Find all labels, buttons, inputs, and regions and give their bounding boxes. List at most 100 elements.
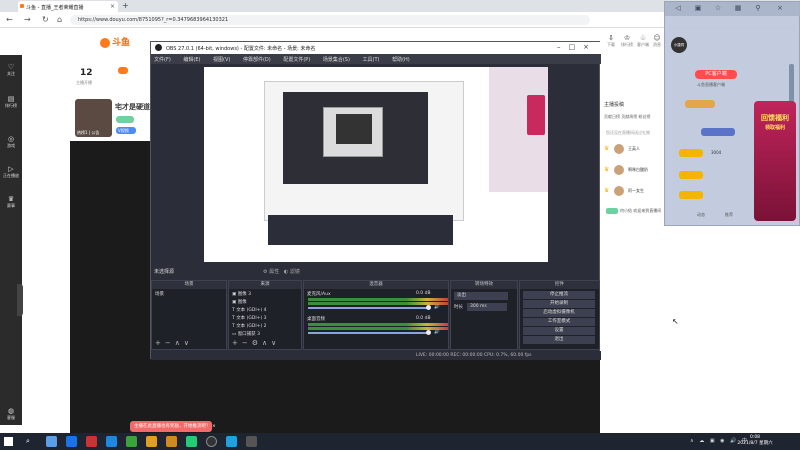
star-icon[interactable]: ☆ <box>713 4 723 14</box>
overlay-row <box>679 170 739 180</box>
obs-titlebar[interactable]: OBS 27.0.1 (64-bit, windows) - 配置文件: 未命名… <box>151 42 601 54</box>
forward-icon[interactable]: → <box>24 15 31 24</box>
overlay-row <box>679 190 739 200</box>
gift-icon[interactable]: ▣ <box>693 4 703 14</box>
obs-window[interactable]: OBS 27.0.1 (64-bit, windows) - 配置文件: 未命名… <box>150 41 601 360</box>
scenes-dock: 场景 场景 +−∧∨ <box>151 280 227 350</box>
source-item[interactable]: T 文本 (GDI+) 4 <box>232 307 266 313</box>
new-tab-button[interactable]: + <box>122 1 129 10</box>
nav-item-service[interactable]: ◍ 客服 <box>0 407 22 421</box>
app-icon[interactable] <box>126 436 137 447</box>
menu-help[interactable]: 帮助(H) <box>392 57 410 63</box>
task-view-icon[interactable] <box>46 436 57 447</box>
speaker-icon[interactable]: 🔊 <box>434 330 440 335</box>
volume-slider[interactable] <box>308 332 428 334</box>
rank-row[interactable]: ♛ 啊咪白酸奶 <box>604 164 666 178</box>
app-icon[interactable] <box>86 436 97 447</box>
overlay-pill <box>679 149 703 157</box>
back-icon[interactable]: ◁ <box>673 4 683 14</box>
source-item[interactable]: ▣ 图像 <box>232 299 247 305</box>
rank-row[interactable]: ♛ 王英人 <box>604 143 666 157</box>
settings-button[interactable]: 设置 <box>523 327 595 335</box>
scene-tools[interactable]: +−∧∨ <box>155 339 193 347</box>
obs-icon[interactable] <box>206 436 217 447</box>
browser-tab[interactable]: 斗鱼 - 直播_王者荣耀直播 × <box>18 1 118 12</box>
address-bar[interactable]: https://www.douyu.com/8751095?_r=0.34796… <box>70 15 590 25</box>
app-icon[interactable] <box>186 436 197 447</box>
avatar[interactable]: 小唐同 <box>671 37 687 53</box>
video-chip[interactable]: V视频 <box>116 127 136 134</box>
duration-input[interactable]: 300 ms <box>467 303 507 311</box>
volume-slider[interactable] <box>308 307 428 309</box>
window-controls[interactable]: –□× <box>557 43 597 51</box>
properties-button[interactable]: ⚙ 属性 <box>263 269 279 275</box>
menu-file[interactable]: 文件(F) <box>154 57 171 63</box>
virtual-camera-button[interactable]: 启动虚拟摄像机 <box>523 309 595 317</box>
overlay-titlebar[interactable]: ◁ ▣ ☆ ▦ ⚲ × <box>665 2 800 16</box>
overlay-bottom-left[interactable]: 动态 <box>697 212 705 218</box>
app-icon[interactable] <box>166 436 177 447</box>
pc-client-button[interactable]: PC客户端 <box>695 70 737 79</box>
preview-promo-capture <box>527 95 545 135</box>
close-tab-icon[interactable]: × <box>110 3 115 10</box>
studio-mode-button[interactable]: 工作室模式 <box>523 318 595 326</box>
menu-edit[interactable]: 编辑(E) <box>183 57 200 63</box>
user-icon[interactable]: ☺ 消息 <box>651 34 663 48</box>
overlay-chip[interactable] <box>701 128 735 136</box>
source-item[interactable]: ▭ 窗口捕获 3 <box>232 331 260 337</box>
nav-collapse-handle[interactable] <box>17 284 23 316</box>
nav-item-ranking[interactable]: ▤ 排行榜 <box>0 95 22 109</box>
home-icon[interactable]: ⌂ <box>57 15 62 24</box>
chat-message: 何小佑 欢迎来到直播间 <box>606 208 661 214</box>
overlay-pill <box>679 191 703 199</box>
audio-meter <box>308 298 448 301</box>
transition-select[interactable]: 淡出 <box>454 292 508 300</box>
speaker-icon[interactable]: 🔊 <box>434 305 440 310</box>
close-icon[interactable]: × <box>212 424 216 429</box>
volume-knob[interactable] <box>426 305 431 310</box>
menu-profile[interactable]: 配置文件(P) <box>283 57 310 63</box>
steam-icon[interactable] <box>246 436 257 447</box>
windows-start-icon[interactable] <box>4 437 13 446</box>
obs-preview-canvas[interactable] <box>204 67 548 262</box>
menu-scene-collection[interactable]: 场景集合(S) <box>323 57 350 63</box>
menu-view[interactable]: 视图(V) <box>213 57 230 63</box>
taskbar-clock[interactable]: 0:08 2021/8/7 星期六 <box>735 435 775 447</box>
source-tools[interactable]: +−⚙∧∨ <box>232 339 280 347</box>
exit-button[interactable]: 退出 <box>523 336 595 344</box>
rank-row[interactable]: ♛ 阿一女生 <box>604 185 666 199</box>
source-item[interactable]: T 文本 (GDI+) 3 <box>232 315 266 321</box>
pin-icon[interactable]: ⚲ <box>753 4 763 14</box>
filters-button[interactable]: ◐ 滤镜 <box>284 269 300 275</box>
reload-icon[interactable]: ↻ <box>42 15 49 24</box>
folder-icon[interactable] <box>146 436 157 447</box>
download-icon[interactable]: ⇩ 下载 <box>605 34 617 48</box>
headset-icon: ◍ <box>7 407 15 415</box>
menu-tools[interactable]: 工具(T) <box>363 57 380 63</box>
start-recording-button[interactable]: 开始录制 <box>523 300 595 308</box>
scene-item[interactable]: 场景 <box>155 291 164 297</box>
search-icon[interactable]: ⌕ <box>26 437 30 446</box>
app-icon[interactable] <box>226 436 237 447</box>
source-item[interactable]: ▣ 图像 3 <box>232 291 251 297</box>
rank-tabs[interactable]: 贡献日榜 贡献周榜 粉丝榜 <box>604 114 651 120</box>
nav-item-game[interactable]: ◎ 游戏 <box>0 135 22 149</box>
volume-knob[interactable] <box>426 330 431 335</box>
close-icon[interactable]: × <box>775 4 785 14</box>
edge-icon[interactable] <box>106 436 117 447</box>
menu-docks[interactable]: 停靠部件(D) <box>243 57 271 63</box>
overlay-bottom-right[interactable]: 推荐 <box>725 212 733 218</box>
back-icon[interactable]: ← <box>6 15 13 24</box>
nav-item-follow[interactable]: ♡ 关注 <box>0 63 22 77</box>
grid-icon[interactable]: ▦ <box>733 4 743 14</box>
douyu-logo[interactable]: 斗鱼 <box>100 35 130 48</box>
nav-item-events[interactable]: ♛ 赛事 <box>0 195 22 209</box>
nav-item-playing[interactable]: ▷ 正在播放 <box>0 165 22 179</box>
stop-streaming-button[interactable]: 停止推流 <box>523 291 595 299</box>
toast-notification[interactable]: 主播在此直播也有奖励，开始推流吧！ × <box>130 421 216 432</box>
source-item[interactable]: T 文本 (GDI+) 2 <box>232 323 266 329</box>
bell-icon[interactable]: ♧ 客户端 <box>637 34 649 48</box>
windows-icon[interactable] <box>66 436 77 447</box>
site-left-nav: ♡ 关注 ▤ 排行榜 ◎ 游戏 ▷ 正在播放 ♛ 赛事 ◍ 客服 <box>0 55 23 425</box>
ranking-icon[interactable]: ♔ 排行榜 <box>621 34 633 48</box>
